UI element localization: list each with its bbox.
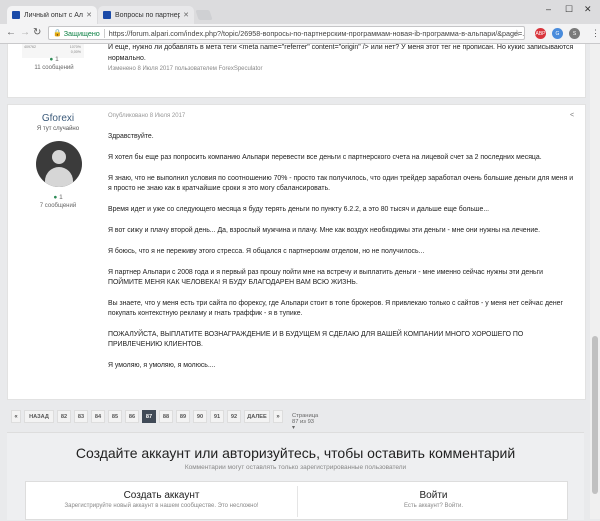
page-button[interactable]: 84 [91,410,105,423]
auth-prompt: Создайте аккаунт или авторизуйтесь, чтоб… [7,432,584,520]
scrollbar-thumb[interactable] [592,336,598,494]
page-button[interactable]: 89 [176,410,190,423]
stat-value: 0,00% [70,49,81,54]
reload-icon[interactable]: ↻ [33,27,41,38]
reputation-icon: ● [49,56,54,63]
stat-values: 1070% 0,00% [70,45,81,54]
last-page-button[interactable]: » [273,410,283,423]
avatar-head [52,150,66,164]
page-jump-dropdown[interactable]: Страница 87 из 93 ▾ [292,413,318,431]
maximize-icon[interactable]: ☐ [565,4,573,15]
new-tab-button[interactable] [195,10,213,20]
page-button[interactable]: 85 [108,410,122,423]
post-body: И еще, нужно ли добавлять в мета теги <m… [108,44,574,62]
double-right-icon: » [276,413,280,420]
page-info-text: Страница 87 из 93 [292,413,319,425]
browser-toolbar: ← → ↻ 🔒 Защищено https://forum.alpari.co… [0,24,600,44]
double-left-icon: « [14,413,18,420]
register-description: Зарегистрируйте новый аккаунт в нашем со… [64,503,259,509]
page-button[interactable]: 86 [125,410,139,423]
auth-options: Создать аккаунт Зарегистрируйте новый ак… [25,481,568,520]
reputation-value: 1 [55,56,59,63]
post-count: 11 сообщений [34,65,74,71]
lock-icon: 🔒 [53,30,62,37]
browser-menu-icon[interactable]: ⋮ [591,28,600,39]
reputation-badge: ● 1 [8,194,108,201]
edited-note: Изменено 8 Июля 2017 пользователем Forex… [108,66,263,72]
forward-icon[interactable]: → [20,27,30,38]
stat-value: 1070% [69,45,81,49]
site-favicon-icon [12,11,20,19]
post-count: 7 сообщений [39,203,77,209]
auth-prompt-title: Создайте аккаунт или авторизуйтесь, чтоб… [75,445,516,461]
login-description: Есть аккаунт? Войти. [404,503,463,509]
minimize-icon[interactable]: – [546,4,551,14]
adblock-extension-icon[interactable]: ABP [535,28,546,39]
prev-page-button[interactable]: НАЗАД [24,410,54,423]
login-title[interactable]: Войти [298,490,569,501]
post-paragraph: Я партнер Альпари с 2008 года и я первый… [108,269,544,286]
back-icon[interactable]: ← [6,27,16,38]
google-extension-icon[interactable]: G [552,28,563,39]
auth-prompt-subtitle: Комментарии могут оставлять только зарег… [184,464,407,471]
register-option[interactable]: Создать аккаунт Зарегистрируйте новый ак… [26,482,297,521]
first-page-button[interactable]: « [11,410,21,423]
secure-label: Защищено [63,28,100,38]
publish-date: Опубликовано 8 Июля 2017 [108,113,186,119]
avatar-body [45,167,73,187]
author-title: Я тут случайно [36,126,80,132]
post-paragraph: Здравствуйте. [108,133,154,140]
reputation-value: 1 [59,194,63,201]
browser-tab-1[interactable]: Личный опыт с Альпар ✕ [7,6,97,24]
post-paragraph: ПОЖАЛУЙСТА, ВЫПЛАТИТЕ ВОЗНАГРАЖДЕНИЕ И В… [108,331,524,348]
browser-tab-2[interactable]: Вопросы по партнерск ✕ [98,6,194,24]
post-paragraph: Я умоляю, я умоляю, я молюсь.... [108,362,216,369]
next-page-button[interactable]: ДАЛЕЕ [244,410,270,423]
forum-post: 409762 1070% 0,00% ● 1 11 сообщений И ещ… [7,44,586,98]
avatar[interactable] [36,141,82,187]
page-scrollbar[interactable] [590,44,600,519]
page-button[interactable]: 88 [159,410,173,423]
post-paragraph: Я знаю, что не выполнил условия по соотн… [108,175,574,192]
stat-value: 409762 [24,45,36,49]
post-paragraph: Вы знаете, что у меня есть три сайта по … [108,300,563,317]
post-paragraph: Я боюсь, что я не переживу этого стресса… [108,248,425,255]
extension-icon[interactable]: S [569,28,580,39]
address-bar[interactable]: 🔒 Защищено https://forum.alpari.com/inde… [48,26,525,40]
post-paragraph: Я хотел бы еще раз попросить компанию Ал… [108,154,542,161]
forum-post: Gforexi Я тут случайно ● 1 7 сообщений О… [7,104,586,400]
reputation-badge: ● 1 [8,56,100,63]
page-button[interactable]: 83 [74,410,88,423]
close-tab-icon[interactable]: ✕ [86,11,92,19]
current-page-button[interactable]: 87 [142,410,156,423]
register-title[interactable]: Создать аккаунт [26,490,297,501]
page-button[interactable]: 92 [227,410,241,423]
bookmark-star-icon[interactable]: ☆ [513,28,521,39]
page-button[interactable]: 90 [193,410,207,423]
site-favicon-icon [103,11,111,19]
author-name[interactable]: Gforexi [8,113,108,124]
close-window-icon[interactable]: ✕ [584,4,592,15]
reputation-icon: ● [53,194,58,201]
chevron-down-icon: ▾ [292,425,295,431]
browser-tab-bar: Личный опыт с Альпар ✕ Вопросы по партне… [0,0,600,24]
url-text[interactable]: https://forum.alpari.com/index.php?/topi… [109,29,524,38]
close-tab-icon[interactable]: ✕ [183,11,189,19]
tab-title: Личный опыт с Альпар [24,11,83,19]
post-author-panel: 409762 1070% 0,00% ● 1 11 сообщений [8,44,100,97]
share-icon[interactable]: < [570,112,574,119]
page-button[interactable]: 91 [210,410,224,423]
post-paragraph: Время идет и уже со следующего месяца я … [108,206,490,213]
login-option[interactable]: Войти Есть аккаунт? Войти. [298,482,569,521]
tab-title: Вопросы по партнерск [115,11,181,19]
page-button[interactable]: 82 [57,410,71,423]
divider [103,28,105,38]
post-paragraph: Я вот сижу и плачу второй день... Да, вз… [108,227,541,234]
